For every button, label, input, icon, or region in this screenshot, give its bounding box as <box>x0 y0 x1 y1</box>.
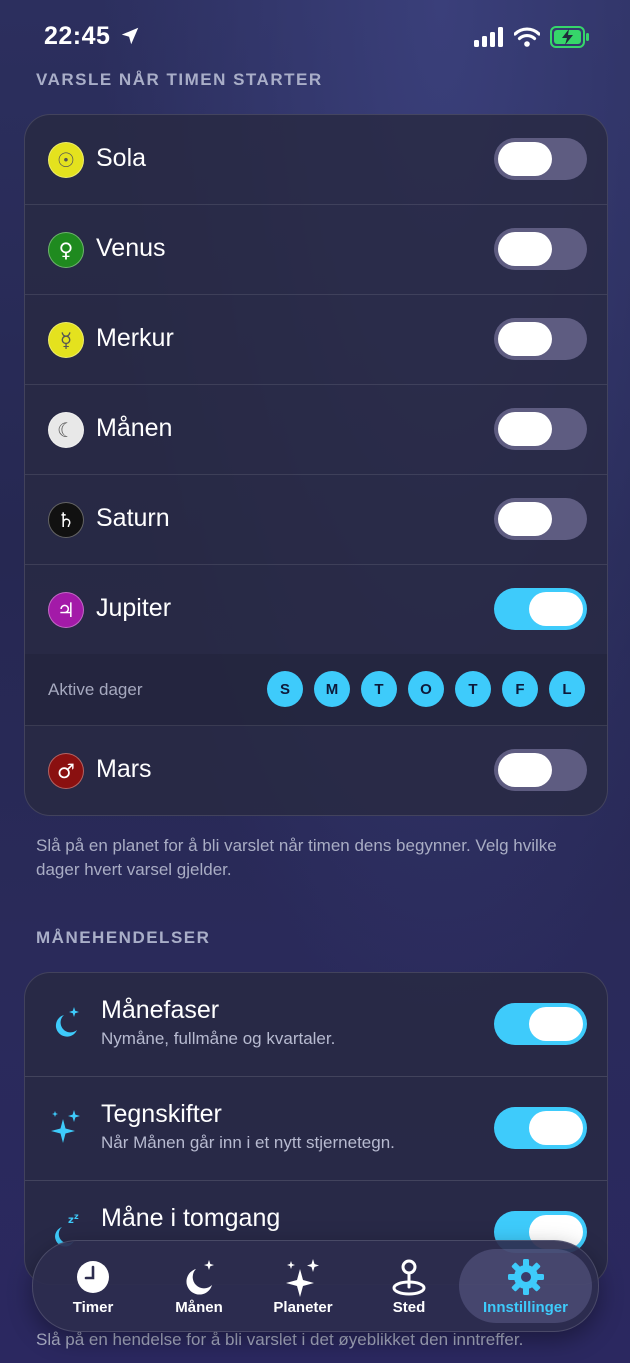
sparkles-icon <box>286 1258 319 1297</box>
planet-row-sola: ☉ Sola <box>25 115 607 205</box>
tab-location[interactable]: Sted <box>359 1241 459 1331</box>
planet-row-venus: ♀ Venus <box>25 205 607 295</box>
day-chip[interactable]: T <box>455 671 491 707</box>
day-chip[interactable]: S <box>267 671 303 707</box>
tab-label: Månen <box>175 1298 223 1316</box>
section-header-notify: VARSLE NÅR TIMEN STARTER <box>36 70 323 89</box>
location-pin-icon <box>392 1259 426 1295</box>
section-header-moon: MÅNEHENDELSER <box>36 928 211 947</box>
planet-row-månen: ☾ Månen <box>25 385 607 475</box>
sign-change-toggle[interactable] <box>494 1107 587 1149</box>
planet-row-mars: ♂ Mars <box>25 726 607 815</box>
planet-symbol-icon: ☿ <box>48 322 84 358</box>
day-chip[interactable]: O <box>408 671 444 707</box>
planet-row-merkur: ☿ Merkur <box>25 295 607 385</box>
day-chip[interactable]: M <box>314 671 350 707</box>
planet-symbol-icon: ♄ <box>48 502 84 538</box>
status-bar: 22:45 <box>0 0 630 70</box>
day-chip[interactable]: L <box>549 671 585 707</box>
planet-name: Saturn <box>96 504 170 532</box>
mars-toggle[interactable] <box>494 749 587 791</box>
active-days-label: Aktive dager <box>48 680 143 699</box>
tab-timer[interactable]: Timer <box>43 1241 143 1331</box>
sparkles-icon <box>51 1110 80 1143</box>
moon-event-title: Tegnskifter <box>101 1100 222 1128</box>
planet-name: Merkur <box>96 324 174 352</box>
status-time: 22:45 <box>44 22 111 50</box>
moon-event-row-phases: Månefaser Nymåne, fullmåne og kvartaler. <box>25 973 607 1077</box>
toggle-knob <box>529 1007 583 1041</box>
moon-event-subtitle: Nymåne, fullmåne og kvartaler. <box>101 1029 336 1048</box>
moon-events-card: Månefaser Nymåne, fullmåne og kvartaler.… <box>24 972 608 1285</box>
day-chip[interactable]: F <box>502 671 538 707</box>
toggle-knob <box>498 412 552 446</box>
moon-stars-icon <box>55 1007 79 1037</box>
tab-label: Timer <box>72 1298 114 1316</box>
toggle-knob <box>529 592 583 626</box>
tab-settings[interactable]: Innstillinger <box>459 1249 592 1323</box>
tab-label: Sted <box>392 1298 426 1316</box>
planet-row-saturn: ♄ Saturn <box>25 475 607 565</box>
tab-bar: Timer Månen Planeter Sted Innstillinger <box>32 1240 599 1332</box>
planet-symbol-icon: ♃ <box>48 592 84 628</box>
toggle-knob <box>529 1111 583 1145</box>
planet-symbol-icon: ☉ <box>48 142 84 178</box>
planet-symbol-icon: ☾ <box>48 412 84 448</box>
day-selector: SMTOTFL <box>267 671 585 707</box>
moon-event-title: Måne i tomgang <box>101 1204 281 1232</box>
moon-event-row-sign-change: Tegnskifter Når Månen går inn i et nytt … <box>25 1077 607 1181</box>
notify-footer-text: Slå på en planet for å bli varslet når t… <box>36 836 557 879</box>
moon-phases-toggle[interactable] <box>494 1003 587 1045</box>
moon-event-subtitle: Når Månen går inn i et nytt stjernetegn. <box>101 1133 395 1152</box>
tab-planets[interactable]: Planeter <box>253 1241 353 1331</box>
planet-row-jupiter: ♃ Jupiter <box>25 565 607 654</box>
tab-label: Innstillinger <box>482 1298 568 1316</box>
planet-name: Mars <box>96 755 152 783</box>
toggle-knob <box>498 232 552 266</box>
clock-icon <box>77 1260 109 1293</box>
planet-toggle[interactable] <box>494 228 587 270</box>
toggle-knob <box>498 502 552 536</box>
planet-symbol-icon: ♀ <box>48 232 84 268</box>
gear-icon <box>507 1258 544 1295</box>
toggle-knob <box>498 322 552 356</box>
planet-name: Venus <box>96 234 166 262</box>
active-days-row: Aktive dager SMTOTFL <box>25 654 607 726</box>
planet-toggle[interactable] <box>494 138 587 180</box>
planet-name: Sola <box>96 144 147 172</box>
moon-event-title: Månefaser <box>101 996 220 1024</box>
tab-moon[interactable]: Månen <box>149 1241 249 1331</box>
tab-label: Planeter <box>273 1298 333 1316</box>
planet-name: Jupiter <box>96 594 172 622</box>
planet-name: Månen <box>96 414 173 442</box>
cellular-signal-icon <box>474 27 503 47</box>
planet-toggle[interactable] <box>494 498 587 540</box>
mars-symbol-icon: ♂ <box>48 753 84 789</box>
toggle-knob <box>498 753 552 787</box>
day-chip[interactable]: T <box>361 671 397 707</box>
battery-charging-icon <box>550 26 589 48</box>
planet-toggle[interactable] <box>494 588 587 630</box>
location-arrow-icon <box>121 27 139 45</box>
planet-toggle[interactable] <box>494 408 587 450</box>
planet-notifications-card: ☉ Sola ♀ Venus ☿ Merkur ☾ Månen ♄ Saturn ♃ Jupiter … <box>24 114 608 816</box>
wifi-icon <box>514 27 540 47</box>
planet-toggle[interactable] <box>494 318 587 360</box>
moon-stars-icon <box>186 1259 214 1295</box>
toggle-knob <box>498 142 552 176</box>
svg-text:z: z <box>74 1212 79 1221</box>
